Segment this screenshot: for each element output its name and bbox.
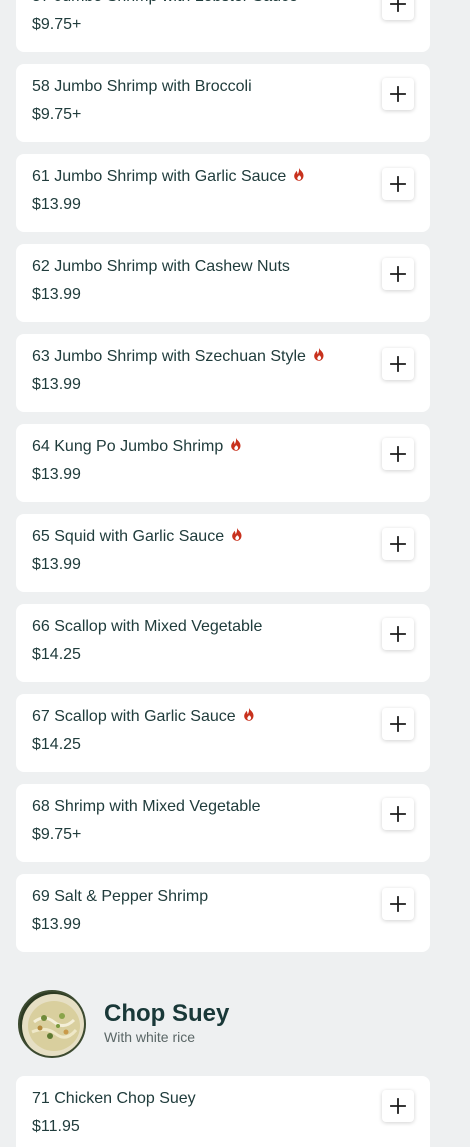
plus-icon: [390, 626, 406, 642]
menu-item-name: 62 Jumbo Shrimp with Cashew Nuts: [32, 258, 290, 276]
menu-item-name-text: 58 Jumbo Shrimp with Broccoli: [32, 78, 252, 95]
menu-item-price: $13.99: [32, 466, 81, 483]
section-thumbnail: [18, 990, 86, 1058]
chili-icon: [230, 437, 242, 452]
add-item-button[interactable]: [382, 528, 414, 560]
menu-item-card[interactable]: 66 Scallop with Mixed Vegetable $14.25: [16, 604, 430, 682]
chili-icon: [313, 347, 325, 362]
plus-icon: [390, 536, 406, 552]
menu-item-name-text: 65 Squid with Garlic Sauce: [32, 528, 225, 545]
menu-item-card[interactable]: 69 Salt & Pepper Shrimp $13.99: [16, 874, 430, 952]
menu-item-price: $9.75+: [32, 106, 82, 123]
add-item-button[interactable]: [382, 168, 414, 200]
menu-item-card[interactable]: 57 Jumbo Shrimp with Lobster Sauce $9.75+: [16, 0, 430, 52]
menu-item-card[interactable]: 65 Squid with Garlic Sauce $13.99: [16, 514, 430, 592]
menu-item-price: $14.25: [32, 646, 81, 663]
plus-icon: [390, 0, 406, 12]
menu-item-name-text: 57 Jumbo Shrimp with Lobster Sauce: [32, 0, 298, 6]
plus-icon: [390, 716, 406, 732]
add-item-button[interactable]: [382, 888, 414, 920]
menu-item-name: 68 Shrimp with Mixed Vegetable: [32, 798, 261, 816]
menu-item-price: $13.99: [32, 556, 81, 573]
menu-item-card[interactable]: 63 Jumbo Shrimp with Szechuan Style $13.9…: [16, 334, 430, 412]
chili-icon: [231, 527, 243, 542]
menu-item-card[interactable]: 64 Kung Po Jumbo Shrimp $13.99: [16, 424, 430, 502]
menu-item-name-text: 64 Kung Po Jumbo Shrimp: [32, 438, 224, 455]
menu-item-card[interactable]: 61 Jumbo Shrimp with Garlic Sauce $13.99: [16, 154, 430, 232]
add-item-button[interactable]: [382, 348, 414, 380]
menu-item-name: 66 Scallop with Mixed Vegetable: [32, 618, 262, 636]
plus-icon: [390, 896, 406, 912]
menu-item-card[interactable]: 67 Scallop with Garlic Sauce $14.25: [16, 694, 430, 772]
menu-item-price: $14.25: [32, 736, 81, 753]
menu-item-name: 67 Scallop with Garlic Sauce: [32, 707, 255, 726]
menu-item-card[interactable]: 58 Jumbo Shrimp with Broccoli $9.75+: [16, 64, 430, 142]
section-subtitle: With white rice: [104, 1029, 196, 1045]
menu-item-name: 69 Salt & Pepper Shrimp: [32, 888, 208, 906]
add-item-button[interactable]: [382, 708, 414, 740]
menu-item-name-text: 63 Jumbo Shrimp with Szechuan Style: [32, 348, 306, 365]
menu-item-price: $9.75+: [32, 826, 82, 843]
menu-item-card[interactable]: 62 Jumbo Shrimp with Cashew Nuts $13.99: [16, 244, 430, 322]
add-item-button[interactable]: [382, 0, 414, 20]
menu-item-name-text: 71 Chicken Chop Suey: [32, 1090, 196, 1107]
menu-item-name-text: 62 Jumbo Shrimp with Cashew Nuts: [32, 258, 290, 275]
menu-item-price: $11.95: [32, 1118, 80, 1135]
chili-icon: [243, 707, 255, 722]
add-item-button[interactable]: [382, 618, 414, 650]
menu-item-price: $9.75+: [32, 16, 82, 33]
menu-item-name: 57 Jumbo Shrimp with Lobster Sauce: [32, 0, 298, 6]
menu-item-price: $13.99: [32, 286, 81, 303]
menu-item-name: 64 Kung Po Jumbo Shrimp: [32, 437, 242, 456]
menu-item-name-text: 68 Shrimp with Mixed Vegetable: [32, 798, 261, 815]
plus-icon: [390, 176, 406, 192]
add-item-button[interactable]: [382, 798, 414, 830]
add-item-button[interactable]: [382, 438, 414, 470]
menu-item-name-text: 61 Jumbo Shrimp with Garlic Sauce: [32, 168, 287, 185]
menu-item-name: 65 Squid with Garlic Sauce: [32, 527, 243, 546]
menu-item-name: 63 Jumbo Shrimp with Szechuan Style: [32, 347, 325, 366]
menu-item-card[interactable]: 71 Chicken Chop Suey $11.95: [16, 1076, 430, 1147]
add-item-button[interactable]: [382, 258, 414, 290]
plus-icon: [390, 806, 406, 822]
plus-icon: [390, 86, 406, 102]
menu-item-price: $13.99: [32, 916, 81, 933]
add-item-button[interactable]: [382, 1090, 414, 1122]
section-title: Chop Suey: [104, 1000, 230, 1027]
menu-item-name-text: 69 Salt & Pepper Shrimp: [32, 888, 209, 905]
menu-item-card[interactable]: 68 Shrimp with Mixed Vegetable $9.75+: [16, 784, 430, 862]
menu-item-name: 71 Chicken Chop Suey: [32, 1090, 196, 1108]
menu-item-price: $13.99: [32, 376, 81, 393]
plus-icon: [390, 356, 406, 372]
plus-icon: [390, 1098, 406, 1114]
menu-item-name: 58 Jumbo Shrimp with Broccoli: [32, 78, 252, 96]
plus-icon: [390, 266, 406, 282]
chili-icon: [293, 167, 305, 182]
plus-icon: [390, 446, 406, 462]
menu-item-price: $13.99: [32, 196, 81, 213]
menu-item-name-text: 67 Scallop with Garlic Sauce: [32, 708, 236, 725]
menu-item-name-text: 66 Scallop with Mixed Vegetable: [32, 618, 263, 635]
add-item-button[interactable]: [382, 78, 414, 110]
menu-item-name: 61 Jumbo Shrimp with Garlic Sauce: [32, 167, 305, 186]
section-header-chop-suey: Chop Suey With white rice: [18, 990, 438, 1058]
